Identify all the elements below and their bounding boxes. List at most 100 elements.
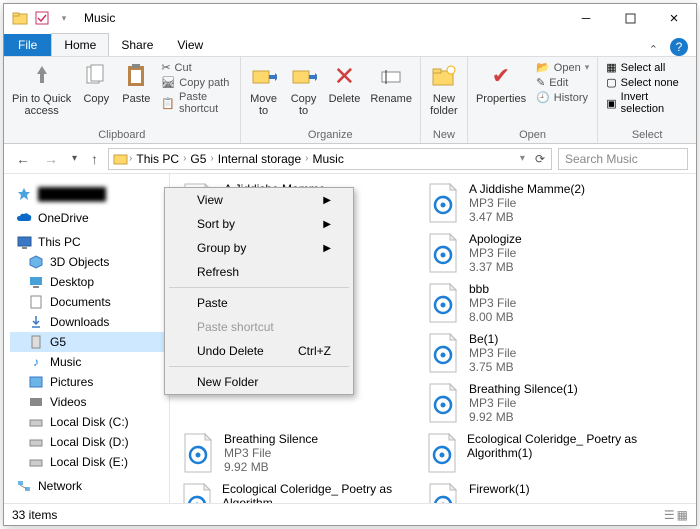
copy-button[interactable]: Copy — [81, 61, 111, 105]
mp3-file-icon — [425, 282, 461, 324]
music-icon: ♪ — [28, 354, 44, 370]
tab-share[interactable]: Share — [109, 34, 165, 56]
mp3-file-icon — [425, 382, 461, 424]
pictures-icon — [28, 374, 44, 390]
nav-local-disk-d[interactable]: Local Disk (D:) — [10, 432, 169, 452]
open-button[interactable]: 📂Open ▾ — [536, 61, 589, 74]
breadcrumb-bar[interactable]: › This PC› G5› Internal storage› Music ▾… — [108, 148, 552, 170]
mp3-file-icon — [425, 482, 461, 503]
file-item[interactable]: Be(1)MP3 File3.75 MB — [425, 332, 650, 374]
breadcrumb-item[interactable]: Internal storage — [214, 152, 305, 166]
edit-button[interactable]: ✎Edit — [536, 76, 589, 89]
file-item[interactable]: Firework(1) — [425, 482, 650, 503]
breadcrumb-item[interactable]: G5 — [186, 152, 210, 166]
paste-button[interactable]: Paste — [121, 61, 151, 105]
paste-shortcut-button[interactable]: 📋Paste shortcut — [161, 91, 231, 115]
ctx-undo-delete[interactable]: Undo DeleteCtrl+Z — [165, 339, 353, 363]
file-item[interactable]: ApologizeMP3 File3.37 MB — [425, 232, 650, 274]
nav-music[interactable]: ♪Music — [10, 352, 169, 372]
view-details-icon[interactable]: ☰ — [664, 508, 675, 522]
copy-to-button[interactable]: Copy to — [289, 61, 319, 117]
file-item[interactable]: Breathing Silence(1)MP3 File9.92 MB — [425, 382, 650, 424]
tab-home[interactable]: Home — [51, 33, 109, 56]
title-bar: ▾ Music ─ × — [4, 4, 696, 32]
nav-recent-button[interactable]: ▾ — [68, 153, 81, 164]
nav-local-disk-c[interactable]: Local Disk (C:) — [10, 412, 169, 432]
nav-forward-button[interactable]: → — [40, 151, 62, 167]
scissors-icon: ✂ — [161, 61, 170, 74]
qat-dropdown-icon[interactable]: ▾ — [56, 10, 72, 26]
properties-button[interactable]: ✔ Properties — [476, 61, 526, 105]
device-icon — [28, 334, 44, 350]
mp3-file-icon — [180, 432, 216, 474]
maximize-button[interactable] — [608, 4, 652, 32]
breadcrumb-item[interactable]: This PC — [132, 152, 183, 166]
ctx-new-folder[interactable]: New Folder — [165, 370, 353, 394]
rename-button[interactable]: Rename — [370, 61, 412, 105]
nav-downloads[interactable]: Downloads — [10, 312, 169, 332]
shortcut-icon: 📋 — [161, 97, 175, 110]
nav-quick-access[interactable]: ████████ — [10, 184, 169, 204]
delete-button[interactable]: ✕ Delete — [329, 61, 361, 105]
breadcrumb-item[interactable]: Music — [309, 152, 348, 166]
mp3-file-icon — [425, 232, 461, 274]
copy-path-button[interactable]: 🛤Copy path — [161, 76, 231, 89]
nav-local-disk-e[interactable]: Local Disk (E:) — [10, 452, 169, 472]
path-dropdown-icon[interactable]: ▾ — [516, 153, 529, 164]
minimize-button[interactable]: ─ — [564, 4, 608, 32]
select-none-icon: ▢ — [606, 76, 616, 89]
pin-quick-access-button[interactable]: Pin to Quick access — [12, 61, 71, 117]
collapse-ribbon-icon[interactable]: ⌃ — [643, 43, 664, 56]
close-button[interactable]: × — [652, 4, 696, 32]
history-icon: 🕘 — [536, 91, 550, 104]
select-none-button[interactable]: ▢Select none — [606, 76, 688, 89]
nav-network[interactable]: Network — [10, 476, 169, 496]
nav-this-pc[interactable]: This PC — [10, 232, 169, 252]
refresh-icon[interactable]: ⟳ — [529, 152, 551, 166]
nav-up-button[interactable]: ↑ — [87, 151, 102, 167]
search-input[interactable]: Search Music — [558, 148, 688, 170]
nav-onedrive[interactable]: OneDrive — [10, 208, 169, 228]
nav-g5[interactable]: G5 — [10, 332, 169, 352]
select-all-button[interactable]: ▦Select all — [606, 61, 688, 74]
move-to-button[interactable]: Move to — [249, 61, 279, 117]
qat-properties-icon[interactable] — [34, 10, 50, 26]
invert-selection-button[interactable]: ▣Invert selection — [606, 91, 688, 115]
history-button[interactable]: 🕘History — [536, 91, 589, 104]
tab-view[interactable]: View — [165, 34, 215, 56]
ctx-paste[interactable]: Paste — [165, 291, 353, 315]
nav-videos[interactable]: Videos — [10, 392, 169, 412]
address-bar: ← → ▾ ↑ › This PC› G5› Internal storage›… — [4, 144, 696, 174]
tab-file[interactable]: File — [4, 34, 51, 56]
file-item[interactable]: Ecological Coleridge_ Poetry as Algorith… — [180, 482, 405, 503]
nav-3d-objects[interactable]: 3D Objects — [10, 252, 169, 272]
monitor-icon — [16, 234, 32, 250]
ctx-sort-by[interactable]: Sort by▶ — [165, 212, 353, 236]
ctx-refresh[interactable]: Refresh — [165, 260, 353, 284]
status-item-count: 33 items — [12, 508, 57, 522]
mp3-file-icon — [180, 482, 214, 503]
nav-pictures[interactable]: Pictures — [10, 372, 169, 392]
ribbon: Pin to Quick access Copy Paste ✂Cut 🛤Cop… — [4, 56, 696, 144]
ctx-group-by[interactable]: Group by▶ — [165, 236, 353, 260]
file-item[interactable]: Breathing SilenceMP3 File9.92 MB — [180, 432, 405, 474]
open-icon: 📂 — [536, 61, 550, 74]
mp3-file-icon — [425, 432, 459, 474]
nav-documents[interactable]: Documents — [10, 292, 169, 312]
nav-desktop[interactable]: Desktop — [10, 272, 169, 292]
file-item[interactable]: bbbMP3 File8.00 MB — [425, 282, 650, 324]
mp3-file-icon — [425, 332, 461, 374]
desktop-icon — [28, 274, 44, 290]
help-icon[interactable]: ? — [670, 38, 688, 56]
file-item[interactable]: A Jiddishe Mamme(2)MP3 File3.47 MB — [425, 182, 650, 224]
cut-button[interactable]: ✂Cut — [161, 61, 231, 74]
view-icons-icon[interactable]: ▦ — [677, 508, 688, 522]
file-item[interactable]: Ecological Coleridge_ Poetry as Algorith… — [425, 432, 650, 474]
documents-icon — [28, 294, 44, 310]
new-folder-button[interactable]: New folder — [429, 61, 459, 117]
nav-back-button[interactable]: ← — [12, 151, 34, 167]
window-title: Music — [84, 11, 115, 25]
star-icon — [16, 186, 32, 202]
network-icon — [16, 478, 32, 494]
ctx-view[interactable]: View▶ — [165, 188, 353, 212]
